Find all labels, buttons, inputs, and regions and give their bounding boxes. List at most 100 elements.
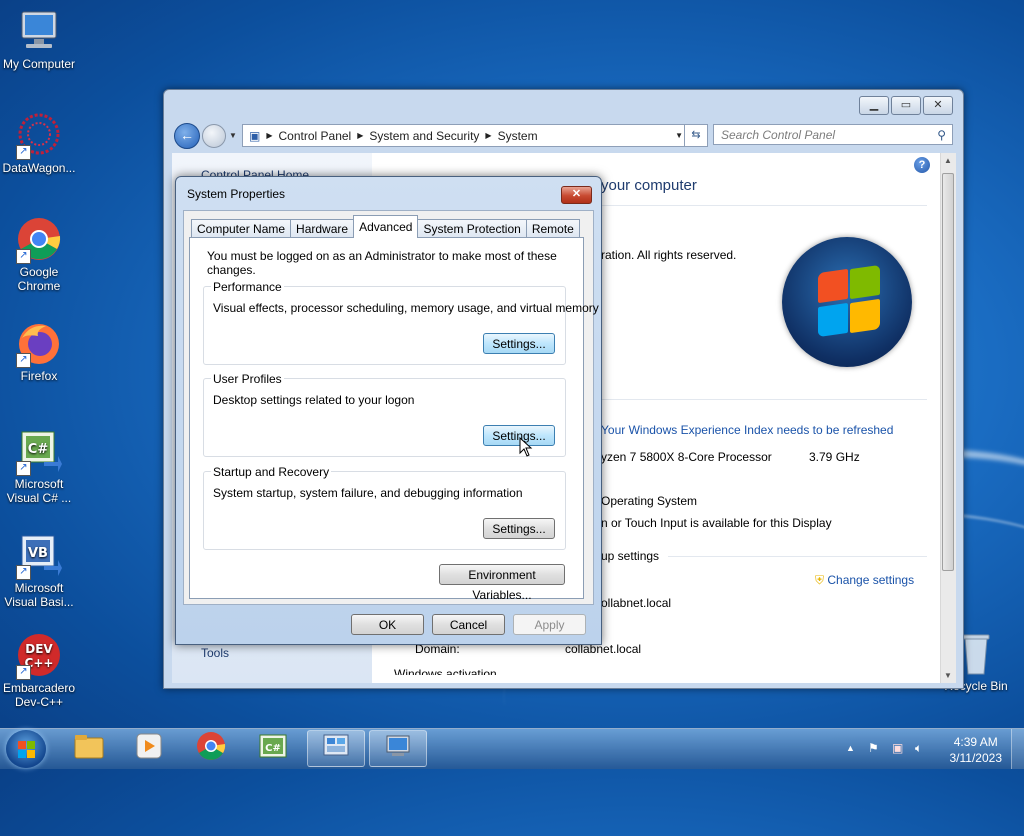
show-hidden-icons-icon[interactable]: ▲ (846, 743, 855, 753)
mouse-cursor-icon (519, 436, 533, 460)
forward-button[interactable] (202, 124, 226, 148)
desktop-icon-firefox[interactable]: ↗ Firefox (0, 320, 78, 383)
change-settings-link[interactable]: ⛨ Change settings (815, 573, 914, 588)
visual-csharp-icon: C# ↗ (16, 428, 62, 476)
start-button[interactable] (6, 730, 46, 768)
divider (668, 556, 927, 557)
breadcrumb-item[interactable]: Control Panel (279, 129, 352, 143)
wei-link[interactable]: Your Windows Experience Index needs to b… (601, 423, 893, 437)
tab-remote[interactable]: Remote (525, 219, 580, 238)
taskbar-media-player-button[interactable] (120, 730, 178, 767)
dialog-body: Computer Name Hardware Advanced System P… (183, 210, 599, 605)
activation-heading: Windows activation (394, 667, 497, 675)
group-title: Performance (211, 280, 284, 294)
scroll-down-icon[interactable]: ▼ (944, 671, 952, 680)
tab-advanced[interactable]: Advanced (353, 215, 419, 238)
dialog-close-button[interactable]: ✕ (561, 186, 592, 204)
processor-value: yzen 7 5800X 8-Core Processor (601, 450, 772, 464)
tab-system-protection[interactable]: System Protection (417, 219, 527, 238)
apply-button[interactable]: Apply (513, 614, 586, 635)
clock[interactable]: 4:39 AM 3/11/2023 (950, 734, 1003, 766)
help-icon[interactable]: ? (914, 157, 930, 173)
pen-touch-value: n or Touch Input is available for this D… (601, 516, 832, 530)
show-desktop-button[interactable] (1011, 729, 1024, 769)
desktop-icon-dev-cpp[interactable]: DEV C++ ↗ Embarcadero Dev-C++ (0, 632, 78, 709)
recent-pages-dropdown-icon[interactable]: ▼ (229, 131, 237, 140)
taskbar-chrome-button[interactable] (182, 730, 240, 767)
group-description: System startup, system failure, and debu… (213, 486, 523, 500)
firefox-icon: ↗ (16, 320, 62, 368)
desktop-icon-label: Firefox (20, 369, 58, 383)
taskbar-control-panel-button[interactable] (307, 730, 365, 767)
refresh-button[interactable]: ⇆ (684, 124, 708, 147)
breadcrumb-item[interactable]: System (498, 129, 538, 143)
vertical-scrollbar[interactable]: ▲ ▼ (940, 153, 956, 683)
dev-cpp-icon: DEV C++ ↗ (16, 632, 62, 680)
chevron-right-icon: ▶ (485, 131, 492, 140)
shortcut-arrow-icon: ↗ (16, 249, 31, 264)
cancel-button[interactable]: Cancel (432, 614, 505, 635)
folder-icon (74, 733, 104, 764)
volume-icon[interactable]: 🔈︎ (915, 741, 922, 756)
startup-recovery-settings-button[interactable]: Settings... (483, 518, 555, 539)
divider (601, 205, 927, 206)
network-disconnected-icon[interactable]: ▣ (892, 741, 903, 755)
divider (601, 399, 927, 400)
back-button[interactable]: ← (174, 123, 200, 149)
control-panel-icon: ▣ (249, 128, 261, 143)
close-button[interactable]: ✕ (923, 96, 953, 115)
shortcut-arrow-icon: ↗ (16, 145, 31, 160)
shortcut-arrow-icon: ↗ (16, 353, 31, 368)
visual-basic-icon: VB ↗ (16, 532, 62, 580)
group-description: Desktop settings related to your logon (213, 393, 415, 407)
group-description: Visual effects, processor scheduling, me… (213, 301, 599, 315)
computer-icon (16, 8, 62, 54)
user-profiles-group: User Profiles Desktop settings related t… (203, 372, 566, 460)
taskbar-system-properties-button[interactable] (369, 730, 427, 767)
svg-text:C#: C# (265, 743, 281, 754)
clock-time: 4:39 AM (953, 735, 998, 749)
control-panel-icon (321, 733, 351, 764)
environment-variables-button[interactable]: Environment Variables... (439, 564, 565, 602)
breadcrumb[interactable]: ▣ ▶ Control Panel ▶ System and Security … (242, 124, 690, 147)
desktop-icon-google-chrome[interactable]: ↗ Google Chrome (0, 216, 78, 293)
clock-date: 3/11/2023 (949, 751, 1003, 765)
section-heading: up settings (601, 549, 660, 563)
tab-hardware[interactable]: Hardware (290, 219, 355, 238)
action-center-icon[interactable]: ⚑ (868, 741, 879, 755)
search-input[interactable]: Search Control Panel ⚲ (713, 124, 953, 145)
chevron-right-icon: ▶ (357, 131, 364, 140)
svg-text:VB: VB (28, 546, 48, 561)
desktop-icon-visual-csharp[interactable]: C# ↗ Microsoft Visual C# ... (0, 428, 78, 505)
chevron-right-icon: ▶ (266, 131, 273, 140)
taskbar-visual-csharp-button[interactable]: C# (244, 730, 302, 767)
desktop-icon-visual-basic[interactable]: VB ↗ Microsoft Visual Basi... (0, 532, 78, 609)
visual-csharp-icon: C# (258, 733, 288, 764)
scrollbar-thumb[interactable] (942, 173, 954, 571)
desktop-icon-my-computer[interactable]: My Computer (0, 8, 78, 71)
desktop-icon-label: Microsoft Visual Basi... (4, 581, 74, 609)
desktop-icon-datawagon[interactable]: ↗ DataWagon... (0, 112, 78, 175)
tab-computer-name[interactable]: Computer Name (191, 219, 292, 238)
system-properties-icon (383, 733, 413, 764)
taskbar-explorer-button[interactable] (60, 730, 118, 767)
ok-button[interactable]: OK (351, 614, 424, 635)
startup-recovery-group: Startup and Recovery System startup, sys… (203, 465, 566, 550)
system-properties-dialog: System Properties ✕ Computer Name Hardwa… (175, 176, 602, 645)
shortcut-arrow-icon: ↗ (16, 461, 31, 476)
shortcut-arrow-icon: ↗ (16, 665, 31, 680)
search-icon[interactable]: ⚲ (937, 125, 946, 145)
dialog-title: System Properties (187, 187, 286, 201)
performance-settings-button[interactable]: Settings... (483, 333, 555, 354)
dialog-footer: OK Cancel Apply (176, 604, 601, 644)
full-computer-name-value: ollabnet.local (601, 596, 672, 610)
scroll-up-icon[interactable]: ▲ (944, 156, 952, 165)
page-title: your computer (601, 177, 697, 194)
desktop-icon-label: My Computer (2, 57, 76, 71)
minimize-button[interactable]: ▁ (859, 96, 889, 115)
media-player-icon (135, 732, 163, 765)
change-settings-label: Change settings (827, 573, 915, 587)
breadcrumb-item[interactable]: System and Security (369, 129, 479, 143)
group-title: User Profiles (211, 372, 284, 386)
maximize-button[interactable]: ▭ (891, 96, 921, 115)
